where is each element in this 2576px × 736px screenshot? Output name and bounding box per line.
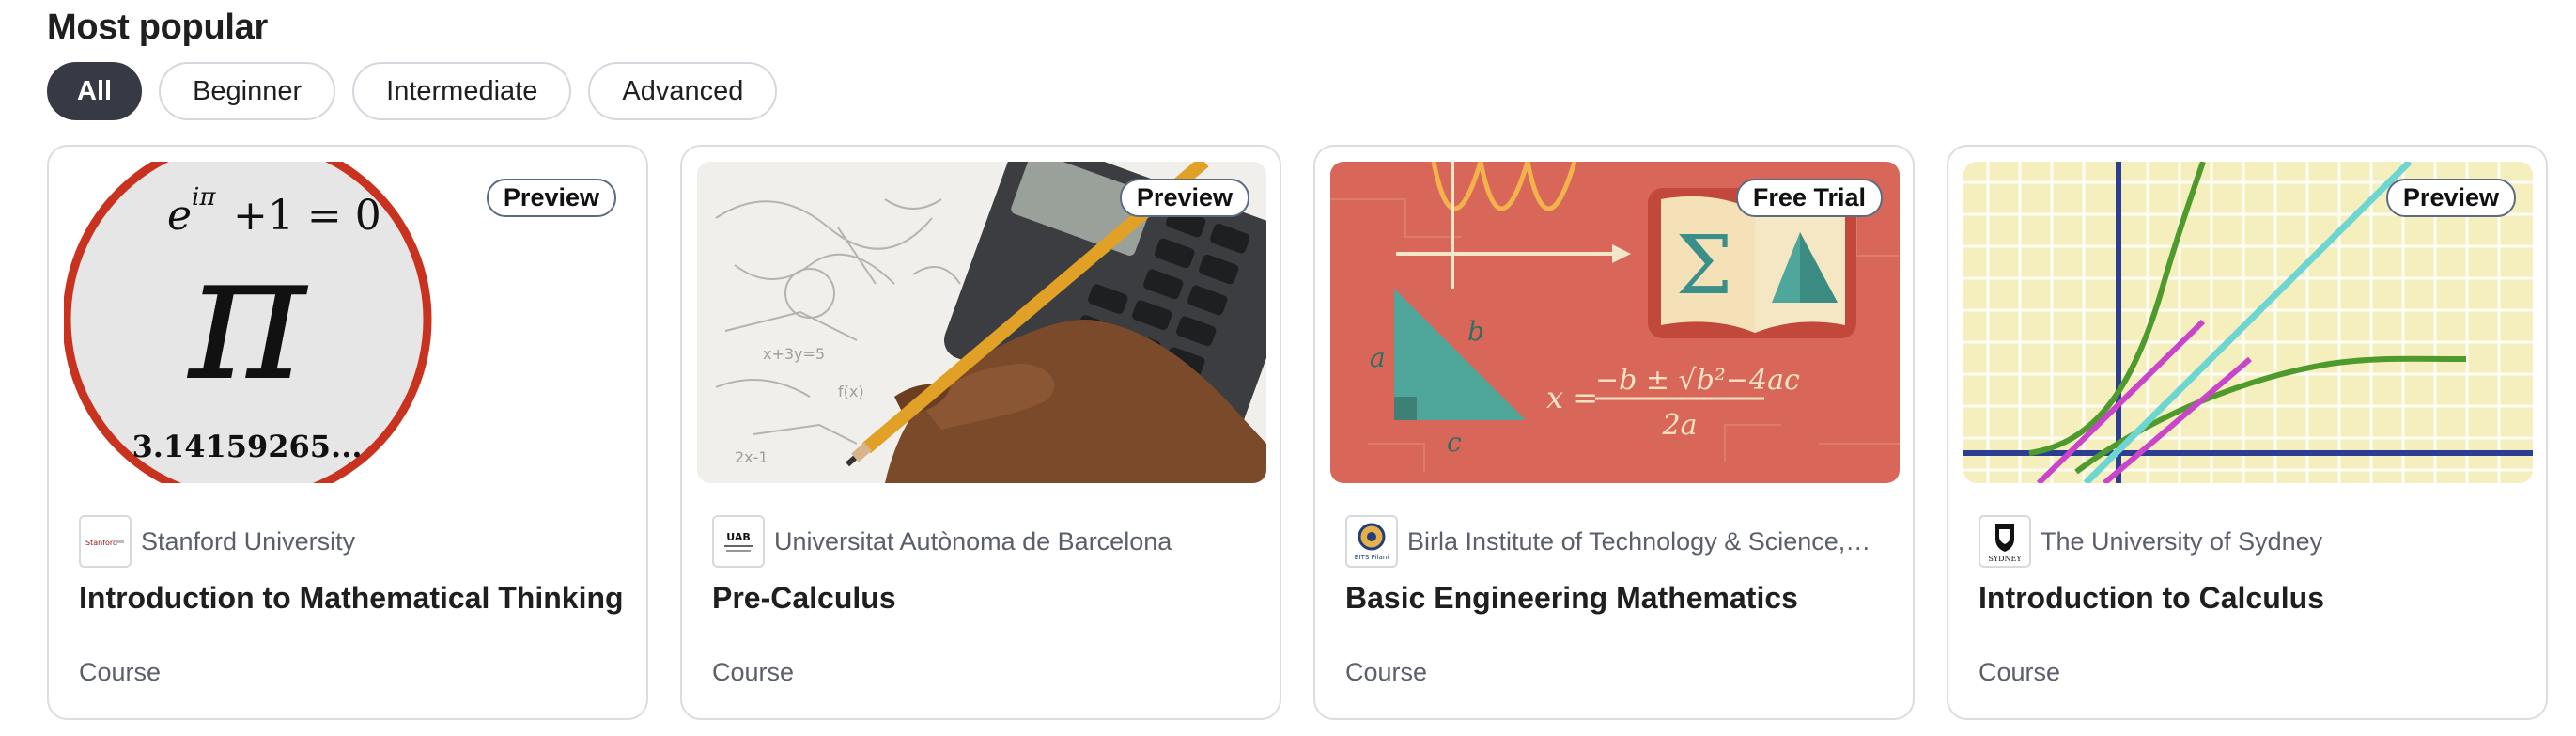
- course-card[interactable]: Preview SYDNEY The University of Sydney …: [1947, 145, 2548, 720]
- image-text-digits: 3.14159265...: [132, 429, 363, 464]
- filter-chip-all[interactable]: All: [47, 62, 143, 120]
- svg-text:2x-1: 2x-1: [735, 448, 768, 466]
- course-type: Course: [712, 658, 795, 686]
- uab-logo: UAB: [712, 515, 765, 568]
- image-text-formula-num: −b ± √b²−4ac: [1595, 364, 1800, 397]
- image-text-formula-x: x =: [1546, 380, 1598, 415]
- image-text-side-b: b: [1467, 316, 1484, 347]
- filter-chip-beginner[interactable]: Beginner: [159, 62, 336, 120]
- course-card[interactable]: e iπ +1 = 0 π 3.14159265... Preview Stan…: [47, 145, 648, 720]
- preview-badge: Preview: [486, 179, 616, 217]
- image-text-pi: π: [187, 212, 309, 420]
- partner-row: SYDNEY The University of Sydney: [1979, 515, 2523, 568]
- course-title[interactable]: Introduction to Mathematical Thinking: [79, 581, 624, 616]
- svg-text:x+3y=5: x+3y=5: [763, 345, 825, 363]
- partner-name: Birla Institute of Technology & Science,…: [1407, 526, 1871, 556]
- svg-text:SYDNEY: SYDNEY: [1988, 555, 2022, 563]
- filter-chip-intermediate[interactable]: Intermediate: [352, 62, 572, 120]
- university-of-sydney-logo: SYDNEY: [1979, 515, 2031, 568]
- course-title[interactable]: Basic Engineering Mathematics: [1345, 581, 1798, 616]
- bits-pilani-logo: BITS Pilani: [1345, 515, 1398, 568]
- preview-badge: Preview: [2385, 179, 2516, 217]
- course-type: Course: [1979, 658, 2061, 686]
- free-trial-badge: Free Trial: [1735, 179, 1883, 217]
- stanford-logo: Stanford: [79, 515, 132, 568]
- section-title: Most popular: [47, 8, 268, 47]
- partner-row: UAB Universitat Autònoma de Barcelona: [712, 515, 1257, 568]
- image-text-formula-den: 2a: [1662, 409, 1698, 442]
- image-text-side-c: c: [1447, 427, 1462, 458]
- partner-row: BITS Pilani Birla Institute of Technolog…: [1345, 515, 1890, 568]
- svg-text:BITS Pilani: BITS Pilani: [1355, 554, 1389, 561]
- svg-text:Stanford: Stanford: [85, 539, 117, 547]
- course-card-list: e iπ +1 = 0 π 3.14159265... Preview Stan…: [47, 145, 2548, 720]
- partner-name: Stanford University: [141, 526, 356, 556]
- partner-name: Universitat Autònoma de Barcelona: [774, 526, 1172, 556]
- course-type: Course: [1345, 658, 1428, 686]
- partner-name: The University of Sydney: [2041, 526, 2323, 556]
- course-title[interactable]: Introduction to Calculus: [1979, 581, 2324, 616]
- level-filter-bar: All Beginner Intermediate Advanced: [47, 62, 778, 120]
- course-type: Course: [79, 658, 162, 686]
- filter-chip-advanced[interactable]: Advanced: [588, 62, 778, 120]
- svg-text:f(x): f(x): [838, 383, 864, 400]
- svg-text:UAB: UAB: [726, 531, 751, 543]
- partner-row: Stanford Stanford University: [79, 515, 624, 568]
- course-title[interactable]: Pre-Calculus: [712, 581, 896, 616]
- course-card[interactable]: x+3y=5 f(x) 2x-1 Preview UAB Universitat…: [680, 145, 1281, 720]
- image-text-sigma: Σ: [1676, 219, 1733, 313]
- image-text-side-a: a: [1370, 342, 1386, 373]
- preview-badge: Preview: [1119, 179, 1249, 217]
- image-text-exponent: iπ: [192, 183, 216, 211]
- course-card[interactable]: a b c Σ x = −b ± √b²−4ac 2a Free Trial B…: [1313, 145, 1915, 720]
